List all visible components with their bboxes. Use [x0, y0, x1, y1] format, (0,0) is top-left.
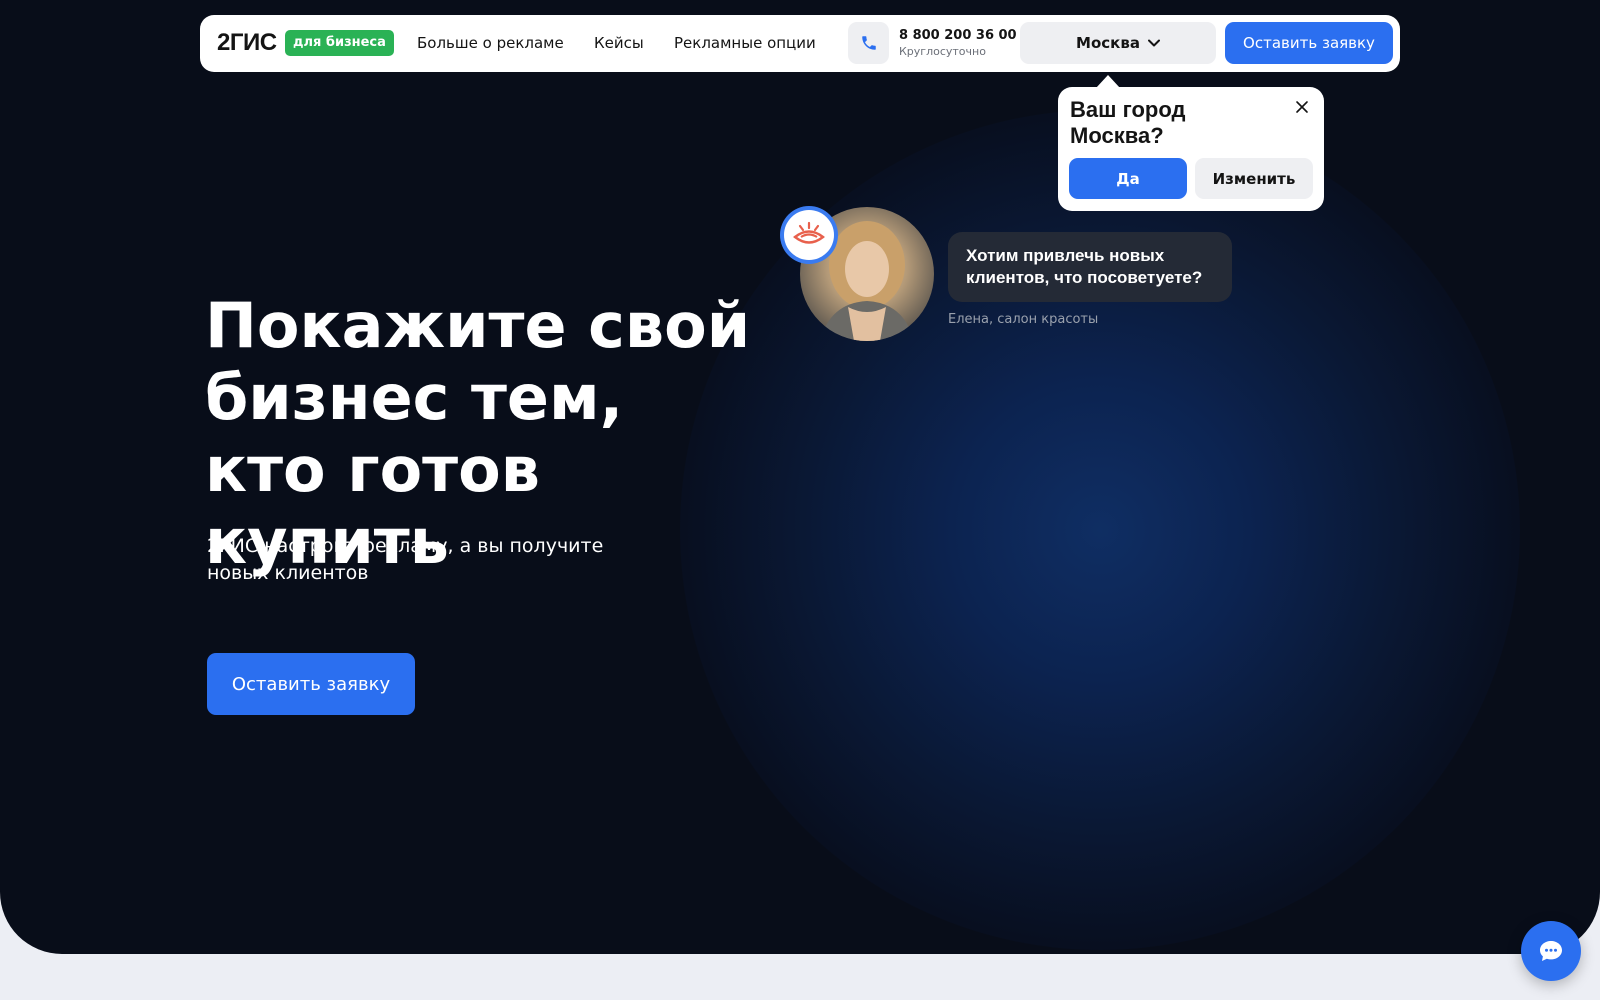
city-confirm-popup: Ваш город Москва? Да Изменить: [1058, 87, 1324, 211]
phone-number[interactable]: 8 800 200 36 00: [899, 28, 1017, 43]
nav-link-ad-options[interactable]: Рекламные опции: [674, 34, 816, 52]
city-selector-label: Москва: [1076, 34, 1140, 52]
phone-icon: [861, 36, 876, 50]
beauty-salon-badge: [780, 206, 838, 264]
hero-request-button[interactable]: Оставить заявку: [207, 653, 415, 715]
testimonial-bubble: Хотим привлечь новых клиентов, что посов…: [948, 232, 1232, 302]
chevron-down-icon: [1147, 39, 1160, 47]
hero-subline: 2ГИС настроит рекламу, а вы получите нов…: [207, 535, 604, 584]
popup-title: Ваш город Москва?: [1070, 97, 1186, 148]
header-request-button[interactable]: Оставить заявку: [1225, 22, 1393, 64]
change-city-button[interactable]: Изменить: [1195, 158, 1313, 199]
nav-link-more-about-ads[interactable]: Больше о рекламе: [417, 34, 564, 52]
nav-link-cases[interactable]: Кейсы: [594, 34, 644, 52]
close-icon[interactable]: [1294, 99, 1310, 115]
beauty-salon-icon: [793, 221, 825, 244]
confirm-city-button[interactable]: Да: [1069, 158, 1187, 199]
logo-badge: для бизнеса: [285, 30, 394, 56]
phone-button[interactable]: [848, 22, 889, 64]
chat-button[interactable]: [1521, 921, 1581, 981]
chat-icon: [1540, 941, 1562, 961]
testimonial-author: Елена, салон красоты: [948, 312, 1099, 327]
phone-hours: Круглосуточно: [899, 45, 986, 58]
hero-section: 2ГИС для бизнеса Больше о рекламе Кейсы …: [0, 0, 1600, 954]
header-bar: 2ГИС для бизнеса Больше о рекламе Кейсы …: [200, 15, 1400, 72]
logo-text[interactable]: 2ГИС: [217, 29, 277, 57]
city-selector[interactable]: Москва: [1020, 22, 1216, 64]
